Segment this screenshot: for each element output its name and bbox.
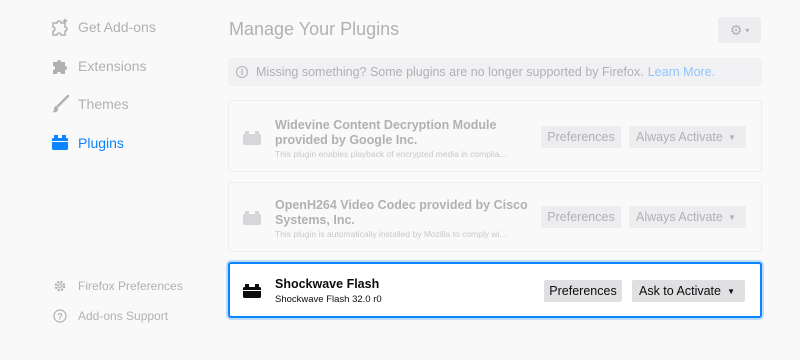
activation-value: Always Activate — [636, 130, 723, 144]
activation-value: Ask to Activate — [639, 284, 721, 298]
puzzle-icon — [50, 56, 70, 76]
sidebar: Get Add-ons Extensions Themes Plugins Fi… — [0, 0, 215, 360]
addons-support-link[interactable]: ? Add-ons Support — [52, 306, 168, 326]
plugin-name: OpenH264 Video Codec provided by Cisco S… — [275, 198, 528, 227]
caret-down-icon: ▼ — [728, 212, 736, 222]
footer-item-label: Add-ons Support — [78, 309, 169, 323]
caret-down-icon: ▼ — [728, 132, 736, 142]
sidebar-item-label: Get Add-ons — [78, 19, 156, 35]
activation-value: Always Activate — [636, 210, 723, 224]
gear-icon: ⚙ — [729, 21, 743, 38]
plugin-name: Widevine Content Decryption Module provi… — [275, 118, 497, 147]
activation-select[interactable]: Ask to Activate ▼ — [632, 280, 745, 302]
sidebar-item-plugins[interactable]: Plugins — [50, 131, 124, 155]
plugin-icon — [243, 284, 261, 298]
notice-text: Missing something? Some plugins are no l… — [256, 65, 644, 79]
activation-select[interactable]: Always Activate ▼ — [629, 126, 746, 148]
plugin-icon — [50, 133, 70, 153]
gear-icon — [52, 278, 68, 294]
plugin-description: Shockwave Flash 32.0 r0 — [275, 294, 382, 305]
puzzle-sparkle-icon — [50, 17, 70, 37]
main-content: Manage Your Plugins ⚙ ▾ i Missing someth… — [228, 0, 762, 360]
sidebar-item-label: Extensions — [78, 58, 147, 74]
preferences-button[interactable]: Preferences — [541, 126, 621, 148]
plugin-icon — [243, 211, 261, 225]
sidebar-item-label: Plugins — [78, 135, 124, 151]
plugin-icon — [243, 131, 261, 145]
svg-text:?: ? — [57, 312, 63, 322]
learn-more-link[interactable]: Learn More. — [648, 65, 715, 79]
caret-down-icon: ▼ — [727, 286, 735, 296]
preferences-button[interactable]: Preferences — [544, 280, 622, 302]
plugin-card-widevine[interactable]: Widevine Content Decryption Module provi… — [228, 100, 762, 172]
info-icon: i — [236, 66, 248, 78]
brush-icon — [50, 94, 70, 114]
firefox-preferences-link[interactable]: Firefox Preferences — [52, 276, 183, 296]
preferences-button[interactable]: Preferences — [541, 206, 621, 228]
plugin-description: This plugin is automatically installed b… — [275, 229, 507, 239]
tools-menu-button[interactable]: ⚙ ▾ — [718, 17, 761, 43]
plugin-name: Shockwave Flash — [275, 277, 380, 291]
chevron-down-icon: ▾ — [745, 25, 750, 35]
plugin-card-openh264[interactable]: OpenH264 Video Codec provided by Cisco S… — [228, 182, 762, 252]
sidebar-item-themes[interactable]: Themes — [50, 92, 129, 116]
plugin-card-shockwave-flash[interactable]: Shockwave Flash Shockwave Flash 32.0 r0 … — [228, 262, 762, 318]
plugins-notice: i Missing something? Some plugins are no… — [228, 58, 762, 86]
sidebar-item-get-addons[interactable]: Get Add-ons — [50, 15, 156, 39]
sidebar-item-extensions[interactable]: Extensions — [50, 54, 146, 78]
footer-item-label: Firefox Preferences — [78, 279, 183, 293]
activation-select[interactable]: Always Activate ▼ — [629, 206, 746, 228]
help-icon: ? — [52, 308, 68, 324]
plugin-description: This plugin enables playback of encrypte… — [275, 149, 507, 159]
sidebar-item-label: Themes — [78, 96, 129, 112]
page-title: Manage Your Plugins — [229, 19, 400, 39]
